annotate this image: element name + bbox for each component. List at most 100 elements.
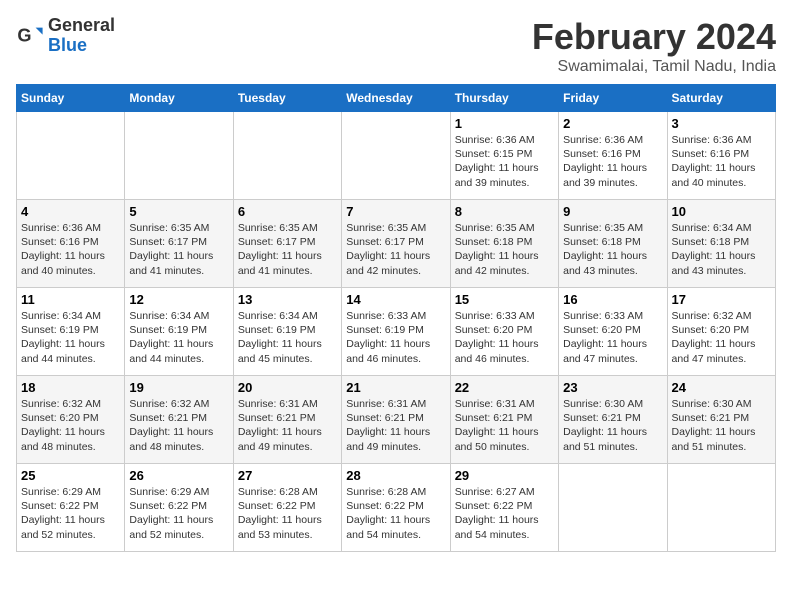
cell-day-number: 27	[238, 468, 337, 483]
cell-day-number: 10	[672, 204, 771, 219]
cell-info-text: Sunrise: 6:35 AMSunset: 6:17 PMDaylight:…	[346, 221, 445, 278]
day-header-monday: Monday	[125, 85, 233, 112]
svg-text:G: G	[17, 25, 31, 45]
calendar-cell: 18 Sunrise: 6:32 AMSunset: 6:20 PMDayligh…	[17, 376, 125, 464]
calendar-cell: 6Sunrise: 6:35 AMSunset: 6:17 PMDaylight…	[233, 200, 341, 288]
calendar-header: SundayMondayTuesdayWednesdayThursdayFrid…	[17, 85, 776, 112]
calendar-cell: 10 Sunrise: 6:34 AMSunset: 6:18 PMDayligh…	[667, 200, 775, 288]
calendar-cell: 26Sunrise: 6:29 AMSunset: 6:22 PMDayligh…	[125, 464, 233, 552]
cell-info-text: Sunrise: 6:36 AMSunset: 6:16 PMDaylight:…	[672, 133, 771, 190]
main-title: February 2024	[532, 16, 776, 58]
calendar-cell: 25 Sunrise: 6:29 AMSunset: 6:22 PMDayligh…	[17, 464, 125, 552]
logo-text: General Blue	[48, 16, 115, 56]
calendar-cell: 15 Sunrise: 6:33 AMSunset: 6:20 PMDayligh…	[450, 288, 558, 376]
day-header-wednesday: Wednesday	[342, 85, 450, 112]
calendar-cell: 20 Sunrise: 6:31 AMSunset: 6:21 PMDayligh…	[233, 376, 341, 464]
cell-info-text: Sunrise: 6:34 AMSunset: 6:18 PMDaylight:…	[672, 221, 771, 278]
calendar-week-1: 1 Sunrise: 6:36 AMSunset: 6:15 PMDaylight…	[17, 112, 776, 200]
calendar-cell	[667, 464, 775, 552]
calendar-cell	[559, 464, 667, 552]
logo-blue-text: Blue	[48, 36, 115, 56]
calendar-cell: 5 Sunrise: 6:35 AMSunset: 6:17 PMDaylight…	[125, 200, 233, 288]
subtitle: Swamimalai, Tamil Nadu, India	[532, 58, 776, 76]
cell-day-number: 20	[238, 380, 337, 395]
day-header-row: SundayMondayTuesdayWednesdayThursdayFrid…	[17, 85, 776, 112]
cell-day-number: 1	[455, 116, 554, 131]
cell-day-number: 7	[346, 204, 445, 219]
calendar-cell: 12 Sunrise: 6:34 AMSunset: 6:19 PMDayligh…	[125, 288, 233, 376]
cell-day-number: 29	[455, 468, 554, 483]
cell-day-number: 25	[21, 468, 120, 483]
cell-day-number: 21	[346, 380, 445, 395]
calendar-cell	[233, 112, 341, 200]
cell-info-text: Sunrise: 6:28 AMSunset: 6:22 PMDaylight:…	[238, 485, 337, 542]
cell-info-text: Sunrise: 6:32 AMSunset: 6:20 PMDaylight:…	[672, 309, 771, 366]
cell-info-text: Sunrise: 6:35 AMSunset: 6:17 PMDaylight:…	[129, 221, 228, 278]
cell-day-number: 5	[129, 204, 228, 219]
calendar-week-2: 4Sunrise: 6:36 AMSunset: 6:16 PMDaylight…	[17, 200, 776, 288]
calendar-cell: 11Sunrise: 6:34 AMSunset: 6:19 PMDayligh…	[17, 288, 125, 376]
cell-info-text: Sunrise: 6:34 AMSunset: 6:19 PMDaylight:…	[129, 309, 228, 366]
cell-info-text: Sunrise: 6:32 AMSunset: 6:20 PMDaylight:…	[21, 397, 120, 454]
calendar-cell: 9Sunrise: 6:35 AMSunset: 6:18 PMDaylight…	[559, 200, 667, 288]
calendar-cell: 21 Sunrise: 6:31 AMSunset: 6:21 PMDayligh…	[342, 376, 450, 464]
cell-day-number: 23	[563, 380, 662, 395]
cell-day-number: 8	[455, 204, 554, 219]
calendar-week-4: 18 Sunrise: 6:32 AMSunset: 6:20 PMDayligh…	[17, 376, 776, 464]
calendar-cell: 8 Sunrise: 6:35 AMSunset: 6:18 PMDaylight…	[450, 200, 558, 288]
calendar-cell: 16 Sunrise: 6:33 AMSunset: 6:20 PMDayligh…	[559, 288, 667, 376]
day-header-tuesday: Tuesday	[233, 85, 341, 112]
cell-info-text: Sunrise: 6:29 AMSunset: 6:22 PMDaylight:…	[21, 485, 120, 542]
cell-day-number: 2	[563, 116, 662, 131]
cell-info-text: Sunrise: 6:36 AMSunset: 6:16 PMDaylight:…	[21, 221, 120, 278]
calendar-week-5: 25 Sunrise: 6:29 AMSunset: 6:22 PMDayligh…	[17, 464, 776, 552]
cell-info-text: Sunrise: 6:28 AMSunset: 6:22 PMDaylight:…	[346, 485, 445, 542]
cell-day-number: 17	[672, 292, 771, 307]
cell-info-text: Sunrise: 6:31 AMSunset: 6:21 PMDaylight:…	[346, 397, 445, 454]
cell-day-number: 12	[129, 292, 228, 307]
calendar-cell: 4Sunrise: 6:36 AMSunset: 6:16 PMDaylight…	[17, 200, 125, 288]
calendar-cell: 13Sunrise: 6:34 AMSunset: 6:19 PMDayligh…	[233, 288, 341, 376]
cell-info-text: Sunrise: 6:27 AMSunset: 6:22 PMDaylight:…	[455, 485, 554, 542]
calendar-cell: 3 Sunrise: 6:36 AMSunset: 6:16 PMDaylight…	[667, 112, 775, 200]
calendar-cell: 2 Sunrise: 6:36 AMSunset: 6:16 PMDaylight…	[559, 112, 667, 200]
calendar-cell: 22 Sunrise: 6:31 AMSunset: 6:21 PMDayligh…	[450, 376, 558, 464]
cell-info-text: Sunrise: 6:32 AMSunset: 6:21 PMDaylight:…	[129, 397, 228, 454]
calendar-cell: 17 Sunrise: 6:32 AMSunset: 6:20 PMDayligh…	[667, 288, 775, 376]
calendar-cell: 1 Sunrise: 6:36 AMSunset: 6:15 PMDaylight…	[450, 112, 558, 200]
calendar-body: 1 Sunrise: 6:36 AMSunset: 6:15 PMDaylight…	[17, 112, 776, 552]
cell-day-number: 3	[672, 116, 771, 131]
logo: G General Blue	[16, 16, 115, 56]
cell-info-text: Sunrise: 6:30 AMSunset: 6:21 PMDaylight:…	[672, 397, 771, 454]
calendar-cell: 24 Sunrise: 6:30 AMSunset: 6:21 PMDayligh…	[667, 376, 775, 464]
title-area: February 2024 Swamimalai, Tamil Nadu, In…	[532, 16, 776, 76]
cell-day-number: 14	[346, 292, 445, 307]
day-header-saturday: Saturday	[667, 85, 775, 112]
cell-day-number: 15	[455, 292, 554, 307]
cell-info-text: Sunrise: 6:33 AMSunset: 6:20 PMDaylight:…	[455, 309, 554, 366]
day-header-friday: Friday	[559, 85, 667, 112]
calendar-cell: 14 Sunrise: 6:33 AMSunset: 6:19 PMDayligh…	[342, 288, 450, 376]
calendar-cell: 23 Sunrise: 6:30 AMSunset: 6:21 PMDayligh…	[559, 376, 667, 464]
cell-day-number: 6	[238, 204, 337, 219]
cell-info-text: Sunrise: 6:30 AMSunset: 6:21 PMDaylight:…	[563, 397, 662, 454]
calendar-table: SundayMondayTuesdayWednesdayThursdayFrid…	[16, 84, 776, 552]
cell-day-number: 16	[563, 292, 662, 307]
cell-info-text: Sunrise: 6:33 AMSunset: 6:20 PMDaylight:…	[563, 309, 662, 366]
cell-info-text: Sunrise: 6:35 AMSunset: 6:18 PMDaylight:…	[455, 221, 554, 278]
calendar-cell: 27 Sunrise: 6:28 AMSunset: 6:22 PMDayligh…	[233, 464, 341, 552]
cell-info-text: Sunrise: 6:33 AMSunset: 6:19 PMDaylight:…	[346, 309, 445, 366]
cell-day-number: 18	[21, 380, 120, 395]
calendar-cell: 29 Sunrise: 6:27 AMSunset: 6:22 PMDayligh…	[450, 464, 558, 552]
cell-info-text: Sunrise: 6:31 AMSunset: 6:21 PMDaylight:…	[455, 397, 554, 454]
cell-info-text: Sunrise: 6:31 AMSunset: 6:21 PMDaylight:…	[238, 397, 337, 454]
cell-info-text: Sunrise: 6:36 AMSunset: 6:15 PMDaylight:…	[455, 133, 554, 190]
cell-info-text: Sunrise: 6:36 AMSunset: 6:16 PMDaylight:…	[563, 133, 662, 190]
day-header-sunday: Sunday	[17, 85, 125, 112]
cell-day-number: 28	[346, 468, 445, 483]
cell-day-number: 24	[672, 380, 771, 395]
day-header-thursday: Thursday	[450, 85, 558, 112]
calendar-cell	[342, 112, 450, 200]
cell-info-text: Sunrise: 6:34 AMSunset: 6:19 PMDaylight:…	[238, 309, 337, 366]
cell-day-number: 22	[455, 380, 554, 395]
